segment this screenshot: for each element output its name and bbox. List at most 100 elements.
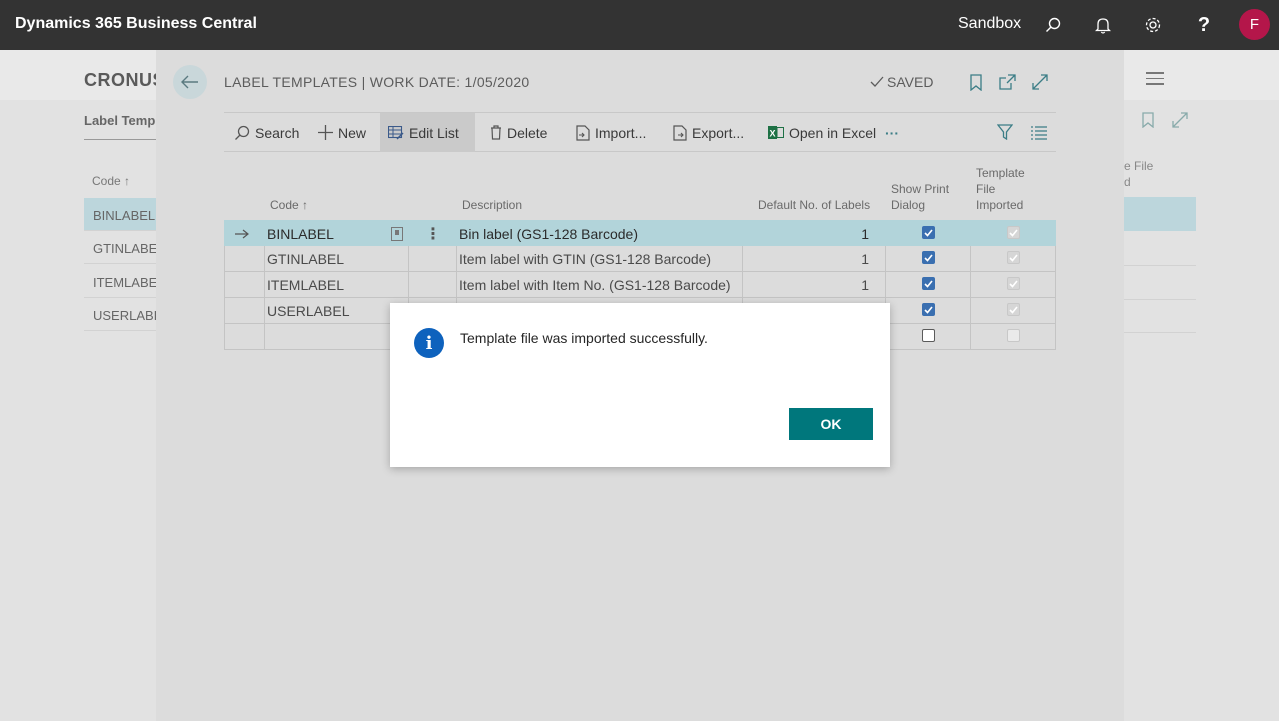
checkbox-show-print-dialog[interactable]: [922, 251, 935, 264]
excel-icon: X: [768, 126, 784, 139]
cell-default-no-labels[interactable]: 1: [861, 221, 869, 246]
more-actions-button[interactable]: ···: [877, 113, 907, 152]
table-row[interactable]: ITEMLABEL Item label with Item No. (GS1-…: [224, 272, 1056, 298]
cell-default-no-labels[interactable]: 1: [861, 272, 869, 297]
column-header-default-no-labels[interactable]: Default No. of Labels: [758, 197, 870, 213]
dialog-message: Template file was imported successfully.: [460, 330, 708, 346]
checkbox-template-file-imported: [1007, 303, 1020, 316]
edit-list-button[interactable]: Edit List: [380, 113, 475, 152]
page-title: LABEL TEMPLATES | WORK DATE: 1/05/2020: [224, 74, 530, 90]
app-title[interactable]: Dynamics 365 Business Central: [15, 15, 257, 33]
cell-description[interactable]: Item label with GTIN (GS1-128 Barcode): [459, 246, 711, 271]
import-label: Import...: [595, 124, 647, 141]
open-in-new-window-icon[interactable]: [999, 74, 1016, 95]
column-header-line: Template: [976, 166, 1025, 180]
checkbox-show-print-dialog[interactable]: [922, 277, 935, 290]
cell-code[interactable]: BINLABEL: [267, 221, 334, 246]
import-button[interactable]: Import...: [568, 113, 654, 152]
new-button[interactable]: New: [310, 113, 374, 152]
open-in-excel-label: Open in Excel: [789, 124, 877, 141]
column-header-line: Dialog: [891, 198, 926, 212]
background-row: ITEMLABEL: [84, 265, 165, 298]
filter-icon[interactable]: [996, 124, 1014, 145]
ok-button[interactable]: OK: [789, 408, 873, 440]
saved-status: SAVED: [870, 74, 933, 90]
table-row[interactable]: GTINLABEL Item label with GTIN (GS1-128 …: [224, 246, 1056, 272]
delete-button[interactable]: Delete: [482, 113, 555, 152]
environment-name: Sandbox: [958, 15, 1022, 32]
checkbox-show-print-dialog[interactable]: [922, 226, 935, 239]
bookmark-icon[interactable]: [1141, 112, 1155, 133]
saved-label: SAVED: [887, 74, 934, 90]
checkbox-template-file-imported: [1007, 329, 1020, 342]
back-button[interactable]: [173, 65, 207, 99]
column-header-line: Show Print: [891, 182, 950, 196]
background-row: GTINLABEL: [84, 231, 165, 264]
checkbox-template-file-imported: [1007, 277, 1020, 290]
svg-text:X: X: [770, 129, 776, 139]
background-right-col-line1: e File: [1124, 159, 1154, 173]
column-header-code[interactable]: Code ↑: [270, 197, 308, 213]
info-icon: i: [414, 328, 444, 358]
export-button[interactable]: Export...: [665, 113, 752, 152]
background-column-code: Code ↑: [92, 174, 131, 188]
user-avatar[interactable]: F: [1239, 9, 1270, 40]
edit-list-label: Edit List: [409, 124, 459, 141]
delete-label: Delete: [507, 124, 548, 141]
column-header-description[interactable]: Description: [462, 197, 522, 213]
edit-list-icon: [388, 125, 404, 140]
row-actions-icon[interactable]: ⋮: [425, 221, 441, 246]
background-right-divider: [1124, 265, 1196, 266]
background-subtitle: Label Temp: [84, 113, 156, 128]
import-icon: [576, 124, 590, 141]
plus-icon: [318, 125, 333, 140]
message-dialog: i Template file was imported successfull…: [390, 303, 890, 467]
settings-gear-icon[interactable]: [1140, 12, 1166, 38]
column-header-show-print-dialog[interactable]: Show Print Dialog: [891, 181, 949, 213]
top-bar: Dynamics 365 Business Central Sandbox ? …: [0, 0, 1279, 50]
background-right-divider: [1124, 332, 1196, 333]
cell-code[interactable]: ITEMLABEL: [267, 272, 344, 297]
background-right-column: e File d: [1124, 158, 1153, 190]
new-label: New: [338, 124, 367, 141]
trash-icon: [491, 125, 501, 140]
cell-default-no-labels[interactable]: 1: [861, 246, 869, 271]
column-header-template-file-imported[interactable]: Template File Imported: [976, 165, 1025, 213]
action-bar: Search New Edit List Delete Import... Ex…: [224, 112, 1056, 152]
background-row: USERLABE: [84, 298, 162, 331]
search-button[interactable]: Search: [226, 113, 307, 152]
background-right-selected: [1124, 197, 1196, 231]
column-header-line: Imported: [976, 198, 1024, 212]
menu-icon[interactable]: [1146, 72, 1164, 89]
bookmark-icon[interactable]: [969, 74, 983, 96]
background-divider: [84, 139, 156, 140]
search-label: Search: [255, 124, 300, 141]
checkmark-icon: [870, 76, 884, 87]
lookup-icon[interactable]: [391, 221, 403, 246]
help-icon[interactable]: ?: [1191, 12, 1217, 38]
checkbox-template-file-imported: [1007, 226, 1020, 239]
notification-bell-icon[interactable]: [1090, 12, 1116, 38]
background-right-col-line2: d: [1124, 175, 1131, 189]
cell-description[interactable]: Bin label (GS1-128 Barcode): [459, 221, 638, 246]
table-row[interactable]: BINLABEL ⋮ Bin label (GS1-128 Barcode) 1: [224, 220, 1056, 246]
export-icon: [673, 124, 687, 141]
open-in-excel-button[interactable]: X Open in Excel: [760, 113, 884, 152]
expand-icon[interactable]: [1032, 74, 1048, 95]
checkbox-template-file-imported: [1007, 251, 1020, 264]
search-icon[interactable]: [1040, 12, 1066, 38]
cell-description[interactable]: Item label with Item No. (GS1-128 Barcod…: [459, 272, 731, 297]
checkbox-show-print-dialog[interactable]: [922, 303, 935, 316]
search-icon: [235, 125, 250, 140]
background-right-divider: [1124, 299, 1196, 300]
cell-code[interactable]: USERLABEL: [267, 298, 349, 323]
company-name[interactable]: CRONUS: [84, 70, 165, 91]
list-view-icon[interactable]: [1031, 126, 1047, 145]
row-selected-arrow-icon: [235, 221, 249, 246]
export-label: Export...: [692, 124, 745, 141]
background-row: BINLABEL: [84, 198, 156, 231]
expand-icon[interactable]: [1172, 112, 1188, 133]
cell-code[interactable]: GTINLABEL: [267, 246, 344, 271]
checkbox-show-print-dialog[interactable]: [922, 329, 935, 342]
column-header-line: File: [976, 182, 996, 196]
